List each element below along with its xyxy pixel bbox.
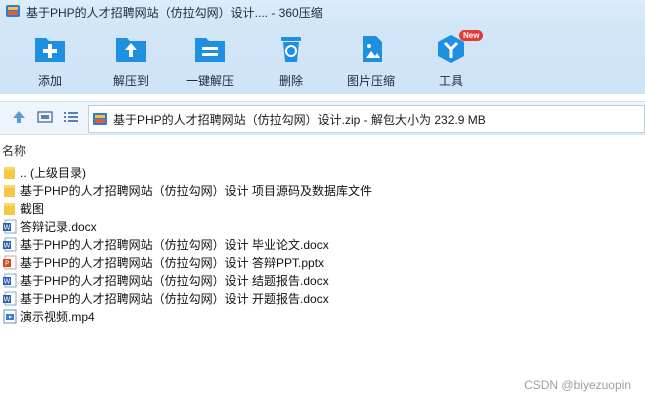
word-document-icon: W — [3, 237, 17, 252]
title-bar: 基于PHP的人才招聘网站（仿拉勾网）设计.... - 360压缩 — [0, 0, 645, 24]
svg-text:W: W — [4, 277, 11, 285]
up-arrow-icon[interactable] — [11, 109, 27, 125]
window-title: 基于PHP的人才招聘网站（仿拉勾网）设计.... - 360压缩 — [26, 5, 323, 20]
folder-icon — [3, 183, 17, 198]
extract-to-icon — [114, 34, 148, 64]
list-item-proposal-report[interactable]: W 基于PHP的人才招聘网站（仿拉勾网）设计 开题报告.docx — [0, 289, 645, 307]
folder-icon — [3, 165, 17, 180]
word-document-icon: W — [3, 219, 17, 234]
word-document-icon: W — [3, 273, 17, 288]
list-item-defense-ppt[interactable]: P 基于PHP的人才招聘网站（仿拉勾网）设计 答辩PPT.pptx — [0, 253, 645, 271]
list-item-demo-video[interactable]: 演示视频.mp4 — [0, 307, 645, 325]
list-item-final-report[interactable]: W 基于PHP的人才招聘网站（仿拉勾网）设计 结题报告.docx — [0, 271, 645, 289]
list-item-source-folder[interactable]: 基于PHP的人才招聘网站（仿拉勾网）设计 项目源码及数据库文件 — [0, 181, 645, 199]
svg-text:W: W — [4, 223, 11, 231]
column-header-name[interactable]: 名称 — [0, 142, 645, 158]
video-file-icon — [3, 309, 17, 324]
image-compress-button[interactable]: 图片压缩 — [336, 34, 406, 89]
file-list: .. (上级目录) 基于PHP的人才招聘网站（仿拉勾网）设计 项目源码及数据库文… — [0, 163, 645, 325]
svg-text:W: W — [4, 295, 11, 303]
list-item-thesis[interactable]: W 基于PHP的人才招聘网站（仿拉勾网）设计 毕业论文.docx — [0, 235, 645, 253]
list-view-icon[interactable] — [63, 109, 79, 125]
svg-text:P: P — [5, 259, 9, 267]
tools-button[interactable]: New 工具 — [416, 30, 486, 89]
archive-icon — [93, 112, 107, 126]
app-logo-icon — [6, 4, 20, 21]
toolbar: 添加 解压到 一键解压 删除 图片压缩 New 工具 — [0, 24, 645, 94]
thumbnail-view-icon[interactable] — [37, 109, 53, 125]
one-click-extract-button[interactable]: 一键解压 — [175, 34, 245, 89]
archive-path-text: 基于PHP的人才招聘网站（仿拉勾网）设计.zip - 解包大小为 232.9 M… — [113, 112, 486, 127]
svg-text:W: W — [4, 241, 11, 249]
extract-to-button[interactable]: 解压到 — [96, 34, 166, 89]
powerpoint-document-icon: P — [3, 255, 17, 270]
list-item-parent-directory[interactable]: .. (上级目录) — [0, 163, 645, 181]
list-item-screenshots-folder[interactable]: 截图 — [0, 199, 645, 217]
add-icon — [33, 34, 67, 64]
new-badge: New — [459, 30, 484, 41]
delete-button[interactable]: 删除 — [256, 34, 326, 89]
word-document-icon: W — [3, 291, 17, 306]
path-bar[interactable]: 基于PHP的人才招聘网站（仿拉勾网）设计.zip - 解包大小为 232.9 M… — [88, 105, 645, 133]
add-button[interactable]: 添加 — [15, 34, 85, 89]
navigation-bar: 基于PHP的人才招聘网站（仿拉勾网）设计.zip - 解包大小为 232.9 M… — [0, 101, 645, 135]
watermark: CSDN @biyezuopin — [524, 378, 631, 392]
folder-icon — [3, 201, 17, 216]
trash-icon — [274, 34, 308, 64]
image-compress-icon — [354, 34, 388, 64]
list-item-defense-record[interactable]: W 答辩记录.docx — [0, 217, 645, 235]
one-click-extract-icon — [193, 34, 227, 64]
